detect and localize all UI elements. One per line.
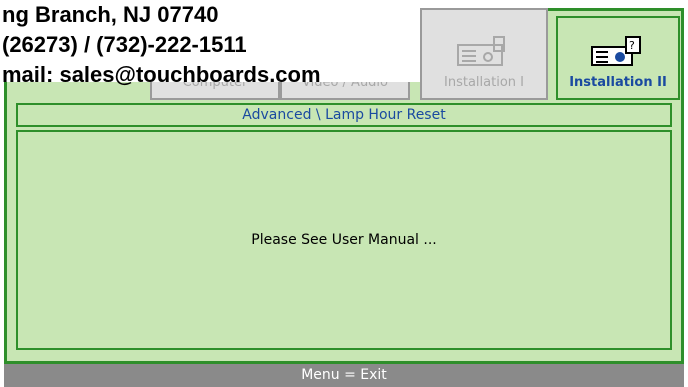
tab-installation-1[interactable]: Installation I [420, 8, 548, 100]
tab-installation-2[interactable]: ? Installation II [556, 16, 680, 100]
tab-label: Installation I [444, 75, 524, 90]
address-line: ng Branch, NJ 07740 [2, 2, 219, 27]
email-line: mail: sales@touchboards.com [2, 62, 321, 87]
footer-bar: Menu = Exit [4, 364, 684, 387]
phone-line: (26273) / (732)-222-1511 [2, 32, 247, 57]
breadcrumb: Advanced \ Lamp Hour Reset [16, 103, 672, 127]
projector-icon [457, 36, 505, 66]
content-area: Please See User Manual ... [16, 130, 672, 350]
message-text: Please See User Manual ... [251, 232, 437, 248]
dealer-info-overlay: ng Branch, NJ 07740 (26273) / (732)-222-… [0, 0, 420, 87]
svg-text:?: ? [629, 39, 635, 52]
osd-menu: Computer Video / Audio Installation I ? … [0, 0, 688, 387]
tab-label: Installation II [569, 75, 667, 90]
projector-icon-active: ? [591, 36, 641, 66]
